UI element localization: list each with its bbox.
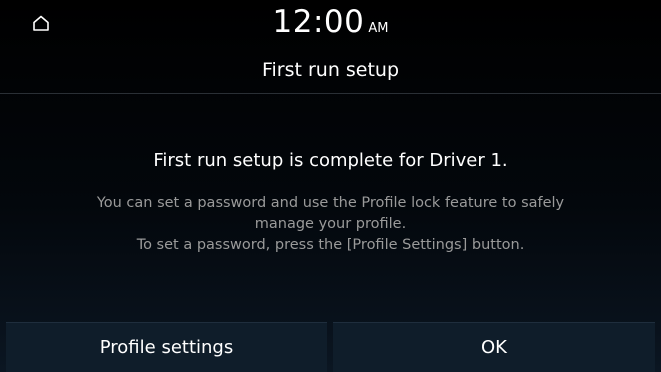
button-row: Profile settings OK <box>0 322 661 372</box>
detail-message: You can set a password and use the Profi… <box>50 193 611 256</box>
title-bar: First run setup <box>0 46 661 94</box>
detail-line: To set a password, press the [Profile Se… <box>136 237 525 253</box>
page-title: First run setup <box>261 58 400 81</box>
detail-line: manage your profile. <box>254 216 407 232</box>
ok-button[interactable]: OK <box>333 322 655 372</box>
clock: 12:00 AM <box>0 4 661 40</box>
detail-line: You can set a password and use the Profi… <box>96 195 565 211</box>
clock-ampm: AM <box>368 21 389 36</box>
main-message: First run setup is complete for Driver 1… <box>153 150 508 171</box>
clock-time: 12:00 <box>272 4 365 40</box>
message-area: First run setup is complete for Driver 1… <box>0 94 661 322</box>
status-bar: 12:00 AM <box>0 0 661 46</box>
screen: 12:00 AM First run setup First run setup … <box>0 0 661 372</box>
profile-settings-button[interactable]: Profile settings <box>6 322 327 372</box>
